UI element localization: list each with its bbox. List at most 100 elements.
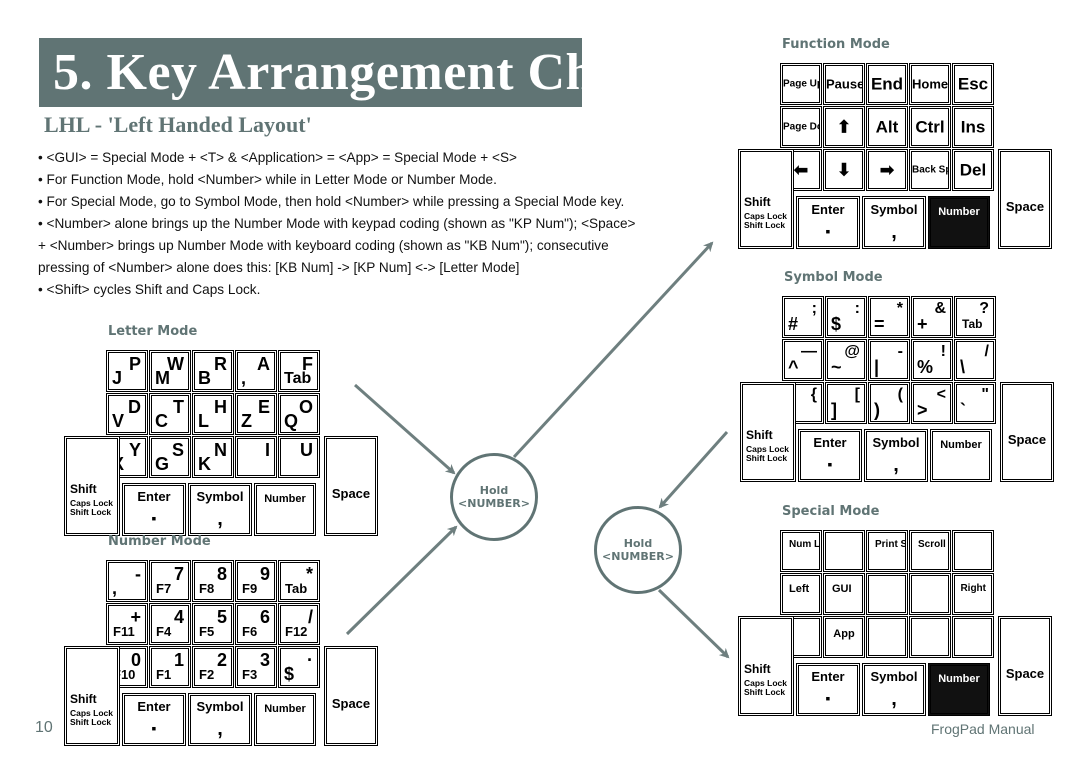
key-letter-6[interactable]: TC (149, 393, 191, 435)
key-symbol-11[interactable]: [] (825, 382, 867, 424)
key-function-3[interactable]: Home (909, 63, 951, 105)
key-symbol-8[interactable]: !% (911, 339, 953, 381)
key-symbol-0[interactable]: ; # (782, 296, 824, 338)
enter-key[interactable]: Enter ▪ (122, 483, 186, 536)
key-function-0[interactable]: Page Up (780, 63, 822, 105)
key-symbol-14[interactable]: " ` (954, 382, 996, 424)
space-key[interactable]: Space (324, 646, 378, 746)
key-function-6[interactable]: ⬆ (823, 106, 865, 148)
key-function-8[interactable]: Ctrl (909, 106, 951, 148)
key-letter-0[interactable]: PJ (106, 350, 148, 392)
symbol-key[interactable]: Symbol, (862, 663, 926, 716)
enter-label: Enter (813, 435, 847, 450)
key-number-4[interactable]: * Tab (278, 560, 320, 602)
key-special-4[interactable] (952, 530, 994, 572)
symbol-key[interactable]: Symbol, (188, 483, 252, 536)
enter-key[interactable]: Enter ▪ (798, 429, 862, 482)
key-symbol-5[interactable]: — ^ (782, 339, 824, 381)
key-number-9[interactable]: / F12 (278, 603, 320, 645)
key-letter-12[interactable]: NK (192, 436, 234, 478)
key-symbol-13[interactable]: < > (911, 382, 953, 424)
key-special-14[interactable] (952, 616, 994, 658)
key-function-14[interactable]: Del (952, 149, 994, 191)
key-symbol-12[interactable]: () (868, 382, 910, 424)
key-number-8[interactable]: 6 F6 (235, 603, 277, 645)
key-function-2[interactable]: End (866, 63, 908, 105)
symbol-key[interactable]: Symbol, (188, 693, 252, 746)
key-number-5[interactable]: + F11 (106, 603, 148, 645)
key-special-2[interactable]: Print Scrn (866, 530, 908, 572)
shift-key[interactable]: Shift Caps Lock Shift Lock (64, 436, 120, 536)
key-letter-11[interactable]: SG (149, 436, 191, 478)
key-function-7[interactable]: Alt (866, 106, 908, 148)
key-special-6[interactable]: GUI (823, 573, 865, 615)
shift-key[interactable]: Shift Caps Lock Shift Lock (738, 149, 794, 249)
key-number-6[interactable]: 4 F4 (149, 603, 191, 645)
number-key[interactable]: Number (930, 429, 992, 482)
key-symbol-3[interactable]: & + (911, 296, 953, 338)
key-symbol-6[interactable]: @ ~ (825, 339, 867, 381)
key-function-1[interactable]: Pause (823, 63, 865, 105)
key-letter-5[interactable]: DV (106, 393, 148, 435)
key-function-4[interactable]: Esc (952, 63, 994, 105)
space-key[interactable]: Space (324, 436, 378, 536)
key-number-11[interactable]: 1 F1 (149, 646, 191, 688)
key-number-2[interactable]: 8 F8 (192, 560, 234, 602)
mode-title: Function Mode (782, 37, 890, 52)
key-special-3[interactable]: Scroll Lock (909, 530, 951, 572)
key-letter-3[interactable]: A, (235, 350, 277, 392)
key-symbol-4[interactable]: ? Tab (954, 296, 996, 338)
key-function-5[interactable]: Page Down (780, 106, 822, 148)
key-number-0[interactable]: -, (106, 560, 148, 602)
key-letter-7[interactable]: HL (192, 393, 234, 435)
key-function-13[interactable]: Back Space (909, 149, 951, 191)
key-symbol-2[interactable]: * = (868, 296, 910, 338)
key-special-5[interactable]: Left (780, 573, 822, 615)
symbol-key[interactable]: Symbol, (864, 429, 928, 482)
key-number-1[interactable]: 7 F7 (149, 560, 191, 602)
number-key[interactable]: Number (928, 196, 990, 249)
enter-key[interactable]: Enter ▪ (122, 693, 186, 746)
symbol-key[interactable]: Symbol, (862, 196, 926, 249)
key-label: Alt (875, 117, 899, 137)
space-key[interactable]: Space (998, 149, 1052, 249)
number-key[interactable]: Number (928, 663, 990, 716)
key-function-9[interactable]: Ins (952, 106, 994, 148)
enter-key[interactable]: Enter ▪ (796, 663, 860, 716)
key-function-11[interactable]: ⬇ (823, 149, 865, 191)
key-number-7[interactable]: 5 F5 (192, 603, 234, 645)
key-letter-8[interactable]: EZ (235, 393, 277, 435)
enter-key[interactable]: Enter ▪ (796, 196, 860, 249)
symbol-label: Symbol (870, 202, 918, 217)
key-number-14[interactable]: · $ (278, 646, 320, 688)
key-symbol-7[interactable]: - | (868, 339, 910, 381)
number-key[interactable]: Number (254, 483, 316, 536)
key-special-12[interactable] (866, 616, 908, 658)
key-number-12[interactable]: 2 F2 (192, 646, 234, 688)
key-number-3[interactable]: 9 F9 (235, 560, 277, 602)
key-letter-1[interactable]: WM (149, 350, 191, 392)
space-key[interactable]: Space (1000, 382, 1054, 482)
shift-key[interactable]: Shift Caps Lock Shift Lock (740, 382, 796, 482)
key-function-12[interactable]: ➡ (866, 149, 908, 191)
shift-key[interactable]: Shift Caps Lock Shift Lock (738, 616, 794, 716)
key-special-9[interactable]: Right (952, 573, 994, 615)
key-special-0[interactable]: Num Lock (780, 530, 822, 572)
key-special-11[interactable]: App (823, 616, 865, 658)
shift-key[interactable]: Shift Caps Lock Shift Lock (64, 646, 120, 746)
key-letter-14[interactable]: U (278, 436, 320, 478)
number-key[interactable]: Number (254, 693, 316, 746)
key-letter-2[interactable]: RB (192, 350, 234, 392)
enter-glyph: ▪ (827, 456, 833, 472)
key-special-1[interactable] (823, 530, 865, 572)
key-letter-9[interactable]: OQ (278, 393, 320, 435)
key-symbol-1[interactable]: : $ (825, 296, 867, 338)
key-special-13[interactable] (909, 616, 951, 658)
key-special-8[interactable] (909, 573, 951, 615)
key-letter-4[interactable]: F Tab (278, 350, 320, 392)
key-special-7[interactable] (866, 573, 908, 615)
space-key[interactable]: Space (998, 616, 1052, 716)
key-symbol-9[interactable]: / \ (954, 339, 996, 381)
key-letter-13[interactable]: I (235, 436, 277, 478)
key-number-13[interactable]: 3 F3 (235, 646, 277, 688)
